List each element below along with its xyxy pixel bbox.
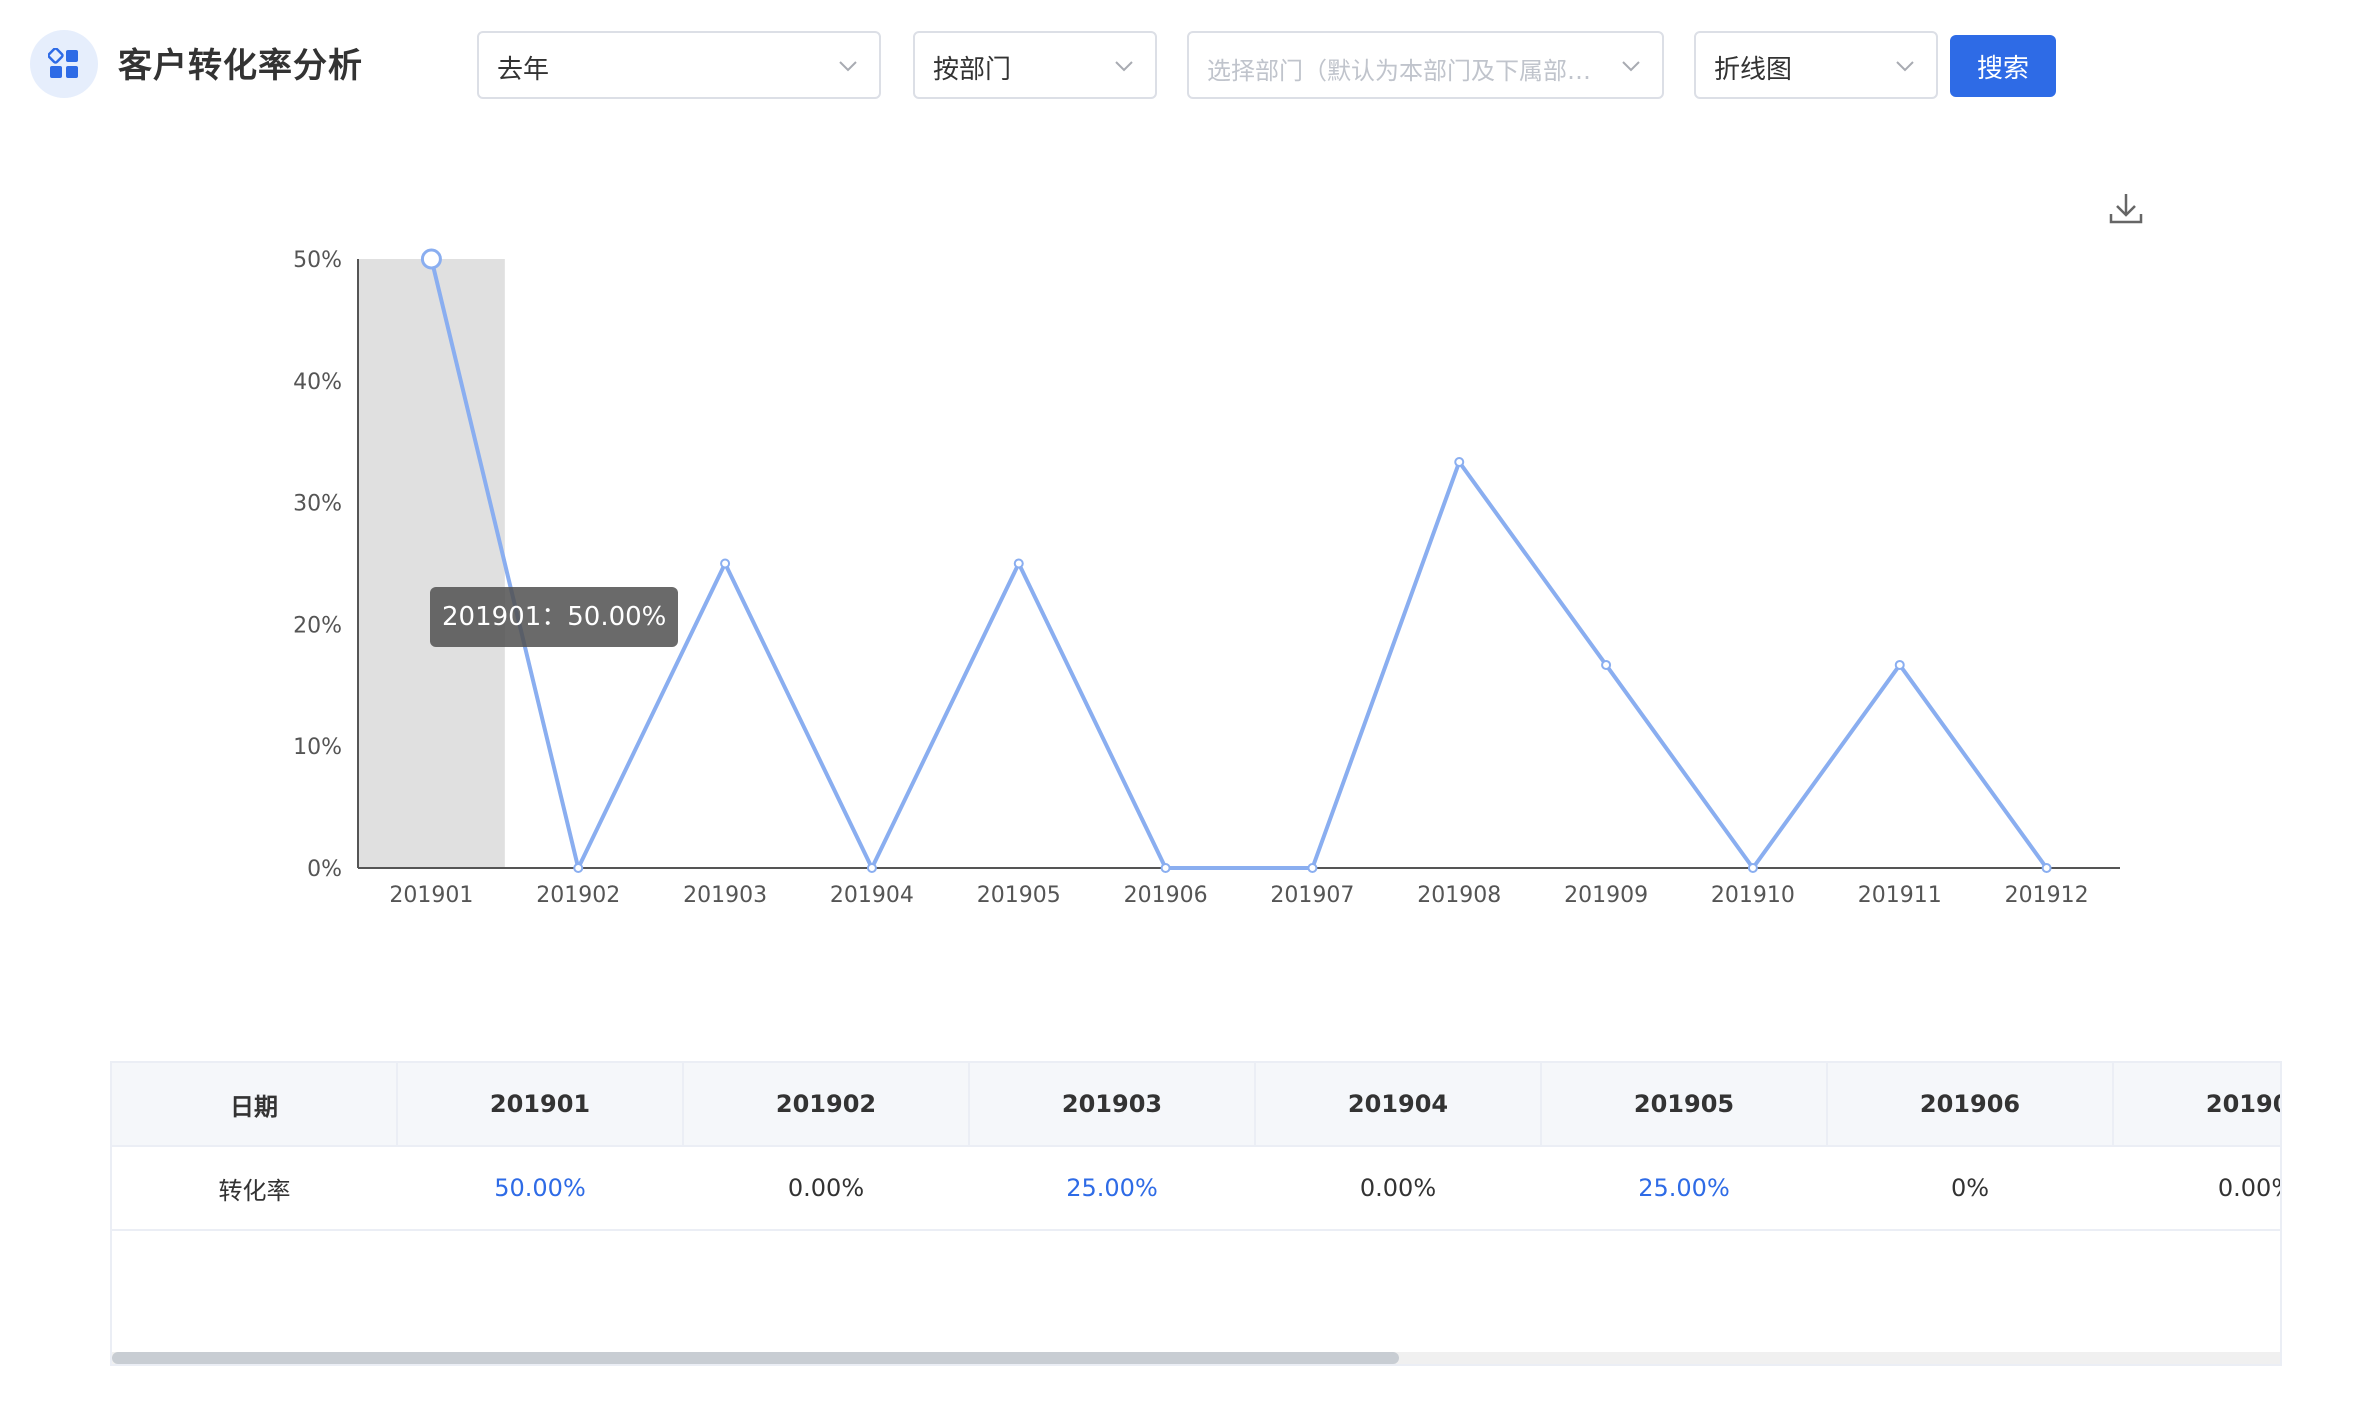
table-header-date: 201904 xyxy=(1255,1063,1542,1147)
data-point xyxy=(1454,457,1465,468)
data-point xyxy=(1747,863,1758,873)
x-tick-label: 201905 xyxy=(977,883,1061,908)
x-tick-label: 201909 xyxy=(1564,883,1648,908)
data-point xyxy=(1160,863,1171,873)
table-cell-rate: 0.00% xyxy=(1255,1146,1541,1231)
table-cell-rate[interactable]: 25.00% xyxy=(969,1146,1255,1231)
horizontal-scrollbar[interactable] xyxy=(112,1352,2280,1364)
x-tick-label: 201908 xyxy=(1417,883,1501,908)
x-tick-label: 201901 xyxy=(389,883,473,908)
x-tick-label: 201912 xyxy=(2005,883,2089,908)
table-header-row: 日期 201901 201902 201903 201904 201905 201906 2… xyxy=(112,1063,2280,1147)
data-point xyxy=(1307,863,1318,873)
table-cell-rate: 0.00% xyxy=(2113,1146,2280,1231)
data-point xyxy=(420,248,442,270)
table-row: 转化率 50.00%0.00%25.00%0.00%25.00%0%0.00% xyxy=(112,1146,2280,1231)
series-line xyxy=(429,258,2049,870)
highlight-band xyxy=(358,259,505,868)
table-cell-rate[interactable]: 25.00% xyxy=(1541,1146,1827,1231)
table-header-date: 201902 xyxy=(683,1063,970,1147)
y-tick-label: 10% xyxy=(293,735,342,760)
conversion-line-chart: 0% 10% 20% 30% 40% 50% 201901 201902 201903 20190… xyxy=(293,248,2120,908)
y-tick-label: 30% xyxy=(293,492,342,517)
table-header-date: 201903 xyxy=(969,1063,1256,1147)
scrollbar-thumb[interactable] xyxy=(112,1352,1399,1364)
table-header-label: 日期 xyxy=(112,1063,398,1147)
x-tick-label: 201910 xyxy=(1711,883,1795,908)
page: 客户转化率分析 去年 按部门 选择部门（默认为本部门及下属部… 折线图 搜索 0… xyxy=(0,0,2376,1406)
y-tick-label: 40% xyxy=(293,370,342,395)
data-point xyxy=(573,863,584,873)
x-tick-label: 201902 xyxy=(536,883,620,908)
data-point xyxy=(2041,863,2052,873)
data-table: 日期 201901 201902 201903 201904 201905 201906 2… xyxy=(110,1061,2282,1366)
table-row-label: 转化率 xyxy=(112,1146,397,1231)
table-header-date: 201905 xyxy=(1541,1063,1828,1147)
table-header-date: 201907 xyxy=(2113,1063,2280,1147)
data-point xyxy=(866,863,877,873)
table-cell-rate: 0% xyxy=(1827,1146,2113,1231)
chart-tooltip: 201901：50.00% xyxy=(430,587,679,647)
table-header-date: 201901 xyxy=(397,1063,684,1147)
table-cell-rate: 0.00% xyxy=(683,1146,969,1231)
table-header-date: 201906 xyxy=(1827,1063,2114,1147)
data-point xyxy=(1013,558,1024,569)
data-point xyxy=(1601,659,1612,670)
data-point xyxy=(1894,659,1905,670)
y-tick-label: 50% xyxy=(293,248,342,273)
y-tick-label: 0% xyxy=(307,857,342,882)
x-tick-label: 201903 xyxy=(683,883,767,908)
y-tick-label: 20% xyxy=(293,613,342,638)
x-tick-label: 201906 xyxy=(1124,883,1208,908)
x-tick-label: 201911 xyxy=(1858,883,1942,908)
data-point xyxy=(720,558,731,569)
x-tick-label: 201904 xyxy=(830,883,914,908)
table-cell-rate[interactable]: 50.00% xyxy=(397,1146,683,1231)
x-tick-label: 201907 xyxy=(1270,883,1354,908)
